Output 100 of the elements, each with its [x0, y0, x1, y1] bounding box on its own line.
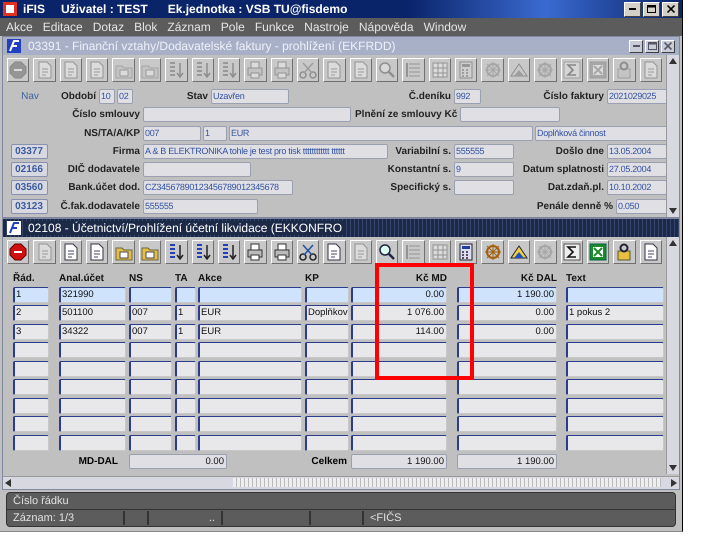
window-button[interactable] — [643, 2, 660, 17]
table-cell[interactable] — [351, 416, 447, 432]
toolbar-button[interactable] — [138, 240, 162, 264]
scrollbar[interactable] — [3, 476, 679, 489]
table-cell[interactable] — [351, 434, 447, 451]
toolbar-button[interactable] — [244, 240, 267, 264]
menu-item[interactable]: Funkce — [254, 20, 294, 34]
input-field[interactable] — [143, 107, 351, 122]
input-field[interactable]: 555555 — [143, 198, 258, 214]
input-field[interactable]: 13.05.2004 — [607, 144, 667, 159]
table-cell[interactable] — [566, 434, 664, 451]
table-cell[interactable]: 321990 — [59, 286, 126, 303]
table-cell[interactable] — [129, 416, 172, 432]
table-cell[interactable]: 1 — [13, 286, 49, 303]
input-field[interactable]: 007 — [143, 126, 201, 140]
input-field[interactable]: 10.10.2002 — [607, 180, 667, 196]
table-cell[interactable]: EUR — [198, 305, 302, 322]
table-cell[interactable]: Doplňkov — [305, 305, 349, 322]
nav-radio[interactable]: Nav — [19, 90, 39, 102]
toolbar-button[interactable] — [218, 240, 240, 264]
table-cell[interactable]: 1 — [175, 324, 196, 340]
table-cell[interactable] — [198, 286, 302, 303]
table-cell[interactable] — [175, 398, 196, 414]
table-cell[interactable] — [351, 360, 447, 377]
table-cell[interactable] — [305, 360, 349, 377]
toolbar-button[interactable] — [613, 240, 636, 264]
table-cell[interactable]: 0.00 — [351, 286, 447, 303]
table-cell[interactable] — [175, 342, 196, 358]
table-cell[interactable] — [13, 379, 49, 396]
table-cell[interactable] — [457, 342, 557, 358]
table-cell[interactable] — [175, 416, 196, 432]
toolbar-button[interactable] — [560, 240, 583, 264]
nav-button[interactable]: 03123 — [10, 198, 48, 214]
toolbar-button[interactable] — [165, 240, 188, 264]
table-cell[interactable]: 1 — [175, 305, 196, 322]
table-cell[interactable] — [13, 398, 49, 414]
input-field[interactable]: 9 — [454, 162, 514, 178]
input-field[interactable]: A & B ELEKTRONIKA tohle je test pro tisk tttttttttttt tttttt — [143, 144, 388, 159]
table-cell[interactable]: EUR — [198, 324, 302, 340]
input-field[interactable]: 1 — [203, 126, 227, 140]
table-cell[interactable] — [175, 286, 196, 303]
toolbar-button[interactable] — [112, 240, 135, 264]
table-cell[interactable]: 0.00 — [457, 305, 557, 322]
table-cell[interactable] — [59, 434, 126, 451]
toolbar-button[interactable] — [455, 240, 478, 264]
table-cell[interactable]: 007 — [129, 324, 172, 340]
nav-button[interactable]: 03377 — [10, 144, 48, 159]
table-cell[interactable] — [129, 342, 172, 358]
table-cell[interactable] — [13, 416, 49, 432]
table-cell[interactable] — [129, 286, 172, 303]
table-cell[interactable] — [175, 434, 196, 451]
table-cell[interactable] — [305, 324, 349, 340]
table-cell[interactable]: 007 — [129, 305, 172, 322]
table-cell[interactable] — [198, 360, 302, 377]
table-cell[interactable] — [566, 360, 664, 377]
toolbar-button[interactable] — [192, 240, 214, 264]
table-cell[interactable] — [198, 342, 302, 358]
nav-button[interactable]: 03560 — [10, 180, 48, 196]
table-cell[interactable] — [305, 379, 349, 396]
table-cell[interactable]: 1 pokus 2 — [566, 305, 664, 322]
table-cell[interactable] — [59, 398, 126, 414]
table-cell[interactable] — [305, 342, 349, 358]
toolbar-button[interactable] — [508, 240, 530, 264]
table-cell[interactable] — [129, 360, 172, 377]
table-cell[interactable]: 114.00 — [351, 324, 447, 340]
table-cell[interactable] — [457, 434, 557, 451]
table-cell[interactable] — [305, 286, 349, 303]
menu-item[interactable]: Pole — [220, 20, 245, 34]
table-cell[interactable] — [198, 416, 302, 432]
table-cell[interactable] — [457, 398, 557, 414]
table-cell[interactable] — [59, 416, 126, 432]
table-cell[interactable] — [129, 398, 172, 414]
toolbar-button[interactable] — [323, 240, 346, 264]
table-cell[interactable] — [566, 416, 664, 432]
table-cell[interactable]: 1 076.00 — [351, 305, 447, 322]
menu-item[interactable]: Akce — [6, 20, 33, 34]
table-cell[interactable]: 2 — [13, 305, 49, 322]
table-cell[interactable] — [175, 379, 196, 396]
menu-item[interactable]: Dotaz — [92, 20, 124, 34]
toolbar-button[interactable] — [296, 240, 320, 264]
input-field[interactable]: 555555 — [454, 144, 514, 159]
input-field[interactable]: 27.05.2004 — [607, 162, 667, 178]
input-field[interactable]: 2021029025 — [607, 88, 669, 104]
table-cell[interactable]: 1 190.00 — [457, 286, 557, 303]
table-cell[interactable] — [175, 360, 196, 377]
table-cell[interactable]: 501100 — [59, 305, 126, 322]
input-field[interactable]: Uzavřen — [211, 88, 289, 104]
menu-item[interactable]: Nápověda — [358, 20, 414, 34]
table-cell[interactable] — [198, 379, 302, 396]
input-field[interactable]: CZ34567890123456789012345678 — [143, 180, 293, 196]
table-cell[interactable]: 3 — [13, 324, 49, 340]
table-cell[interactable] — [351, 398, 447, 414]
table-cell[interactable] — [13, 360, 49, 377]
toolbar-button[interactable] — [60, 240, 82, 264]
table-cell[interactable] — [351, 379, 447, 396]
table-cell[interactable] — [305, 416, 349, 432]
nav-button[interactable]: 02166 — [10, 162, 48, 178]
window-button[interactable] — [662, 2, 679, 17]
table-cell[interactable] — [198, 398, 302, 414]
table-cell[interactable] — [566, 324, 664, 340]
